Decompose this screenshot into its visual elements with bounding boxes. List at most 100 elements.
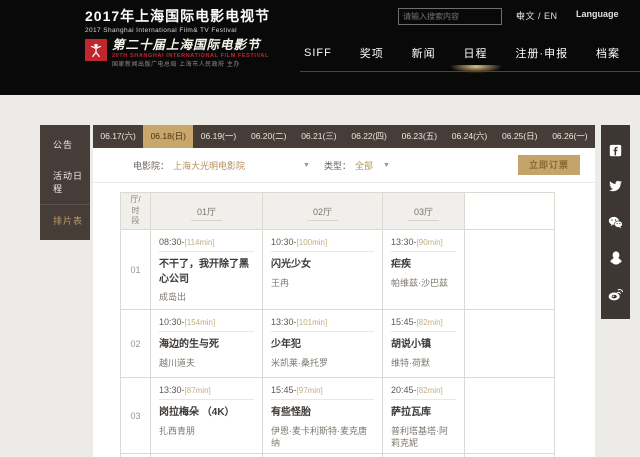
screening-cell[interactable]: 20:45-[82min] 萨拉瓦库普利塔基塔·阿莉克妮 [382, 377, 465, 454]
movie-director: 帕维兹·沙巴兹 [391, 277, 448, 288]
screening-cell[interactable]: 15:45-[128min]会计刺客加文·欧康诺 [150, 453, 263, 457]
date-tab[interactable]: 06.23(五) [394, 125, 444, 148]
sidebar-item[interactable]: 排片表 [40, 204, 90, 236]
row-number: 01 [120, 229, 151, 310]
nav-item[interactable]: 新闻 [410, 39, 438, 67]
screening-cell[interactable]: 13:30-[87min] 岗拉梅朵 （4K） 扎西青朋 [150, 377, 263, 454]
sidebar-item[interactable]: 活动日程 [40, 160, 90, 204]
schedule-row: 01 08:30-[114min] 不干了，我开除了黑心公司 成岛出 10:30-[10… [120, 229, 555, 310]
empty-cell [464, 453, 555, 457]
date-tab[interactable]: 06.24(六) [444, 125, 494, 148]
movie-title: 胡说小镇 [391, 339, 431, 350]
content-panel: 电影院： 上海大光明电影院 ▼ 类型： 全部 ▼ 立即订票 厅/时段 01厅 02… [93, 148, 595, 457]
screening-time: 20:45-[82min] [391, 385, 456, 400]
empty-cell [382, 453, 465, 457]
screening-cell[interactable]: 15:45-[97min] 有些怪胎 伊恩·麦卡利斯特·麦克唐纳 [262, 377, 383, 454]
cinema-dropdown-caret[interactable]: ▼ [303, 162, 310, 169]
movie-director: 越川道夫 [159, 357, 196, 368]
date-tab[interactable]: 06.20(二) [244, 125, 294, 148]
empty-cell [464, 377, 555, 454]
nav-item[interactable]: 档案 [594, 39, 622, 67]
movie-director: 米凯莱·桑托罗 [271, 357, 328, 368]
screening-time: 13:30-[87min] [159, 385, 254, 400]
screening-cell[interactable]: 10:30-[154min] 海边的生与死 越川道夫 [150, 309, 263, 378]
movie-title: 海边的生与死 [159, 339, 219, 350]
blank-column-header [464, 192, 555, 230]
type-filter-value[interactable]: 全部 [355, 159, 373, 172]
row-number: 02 [120, 309, 151, 378]
empty-cell [464, 229, 555, 310]
screening-time: 10:30-[154min] [159, 317, 254, 332]
cinema-filter-label: 电影院： [133, 160, 170, 171]
filter-row: 电影院： 上海大光明电影院 ▼ 类型： 全部 ▼ 立即订票 [93, 148, 595, 183]
movie-director: 维特·荷默 [391, 357, 430, 368]
screening-cell[interactable]: 08:30-[114min] 不干了，我开除了黑心公司 成岛出 [150, 229, 263, 310]
site-logo[interactable]: 2017年上海国际电影电视节 2017 Shanghai Internation… [85, 6, 270, 68]
movie-title: 萨拉瓦库 [391, 407, 431, 418]
site-subtitle: 2017 Shanghai International Film& TV Fes… [85, 27, 237, 34]
cinema-filter-value[interactable]: 上海大光明电影院 [173, 159, 245, 172]
date-tab[interactable]: 06.19(一) [193, 125, 243, 148]
screening-time: 13:30-[101min] [271, 317, 374, 332]
search-input[interactable] [399, 12, 517, 21]
screening-cell[interactable]: 15:45-[82min] 胡说小镇维特·荷默 [382, 309, 465, 378]
language-menu[interactable]: Language [576, 9, 619, 19]
site-header: 2017年上海国际电影电视节 2017 Shanghai Internation… [0, 0, 640, 95]
social-share-strip [601, 125, 630, 319]
festival-name-cn: 第二十届上海国际电影节 [112, 37, 261, 52]
sidebar: 公告 活动日程 排片表 [40, 125, 90, 240]
row-number: 04 [120, 453, 151, 457]
screening-cell[interactable]: 10:30-[100min] 闪光少女王冉 [262, 229, 383, 310]
screening-cell[interactable]: 13:30-[90min] 疟疾 帕维兹·沙巴兹 [382, 229, 465, 310]
type-dropdown-caret[interactable]: ▼ [383, 162, 390, 169]
nav-item[interactable]: SIFF [302, 41, 334, 65]
nav-item[interactable]: 奖项 [358, 39, 386, 67]
date-tab[interactable]: 06.22(四) [344, 125, 394, 148]
date-tab-bar: 06.17(六) 06.18(日) 06.19(一) 06.20(二) 06.2… [93, 125, 595, 148]
nav-item[interactable]: 注册·申报 [513, 39, 570, 67]
sidebar-item[interactable]: 公告 [40, 129, 90, 160]
movie-director: 普利塔基塔·阿莉克妮 [391, 425, 448, 448]
nav-item[interactable]: 日程 [462, 39, 490, 67]
wechat-icon[interactable] [601, 204, 630, 240]
movie-title: 闪光少女 [271, 259, 311, 270]
schedule-row: 03 13:30-[87min] 岗拉梅朵 （4K） 扎西青朋 15:45-[97min… [120, 377, 555, 454]
schedule-row: 0415:45-[128min]会计刺客加文·欧康诺18:30-[86min]努… [120, 453, 555, 457]
date-tab[interactable]: 06.26(一) [545, 125, 595, 148]
screening-time: 10:30-[100min] [271, 237, 374, 252]
nav-underline [300, 71, 640, 72]
movie-director: 王冉 [271, 277, 290, 288]
row-number: 03 [120, 377, 151, 454]
movie-title: 不干了，我开除了黑心公司 [159, 259, 249, 285]
language-toggle[interactable]: 中文 / EN [516, 9, 558, 22]
site-title: 2017年上海国际电影电视节 [85, 8, 271, 24]
date-tab[interactable]: 06.25(日) [495, 125, 545, 148]
qq-icon[interactable] [601, 240, 630, 276]
screening-cell[interactable]: 18:30-[86min]努巴的心肯尼斯·A·卡尔森 [262, 453, 383, 457]
hall-column-header: 02厅 [262, 192, 383, 230]
search-box[interactable] [398, 8, 525, 25]
date-tab[interactable]: 06.21(三) [294, 125, 344, 148]
twitter-icon[interactable] [601, 168, 630, 204]
screening-time: 15:45-[82min] [391, 317, 456, 332]
main-nav: SIFF 奖项 新闻 日程 注册·申报 档案 [302, 36, 622, 70]
movie-title: 岗拉梅朵 （4K） [159, 407, 235, 418]
screening-time: 13:30-[90min] [391, 237, 456, 252]
facebook-icon[interactable] [601, 132, 630, 168]
schedule-header-row: 厅/时段 01厅 02厅 03厅 [120, 192, 555, 230]
organizer-text: 国家新闻出版广电总局 上海市人民政府 主办 [112, 62, 240, 68]
festival-logo-icon [85, 39, 107, 61]
empty-cell [464, 309, 555, 378]
hall-column-header: 03厅 [382, 192, 465, 230]
movie-director: 伊恩·麦卡利斯特·麦克唐纳 [271, 425, 367, 448]
screening-cell[interactable]: 13:30-[101min] 少年犯米凯莱·桑托罗 [262, 309, 383, 378]
book-now-button[interactable]: 立即订票 [518, 155, 580, 175]
movie-title: 少年犯 [271, 339, 301, 350]
weibo-icon[interactable] [601, 276, 630, 312]
screening-time: 08:30-[114min] [159, 237, 254, 252]
schedule-table: 厅/时段 01厅 02厅 03厅 01 08:30-[114min] 不干了，我开除了黑… [120, 192, 555, 457]
date-tab[interactable]: 06.17(六) [93, 125, 143, 148]
festival-name-en: 20TH SHANGHAI INTERNATIONAL FILM FESTIVA… [112, 52, 269, 59]
hall-time-corner: 厅/时段 [120, 192, 151, 230]
date-tab[interactable]: 06.18(日) [143, 125, 194, 148]
